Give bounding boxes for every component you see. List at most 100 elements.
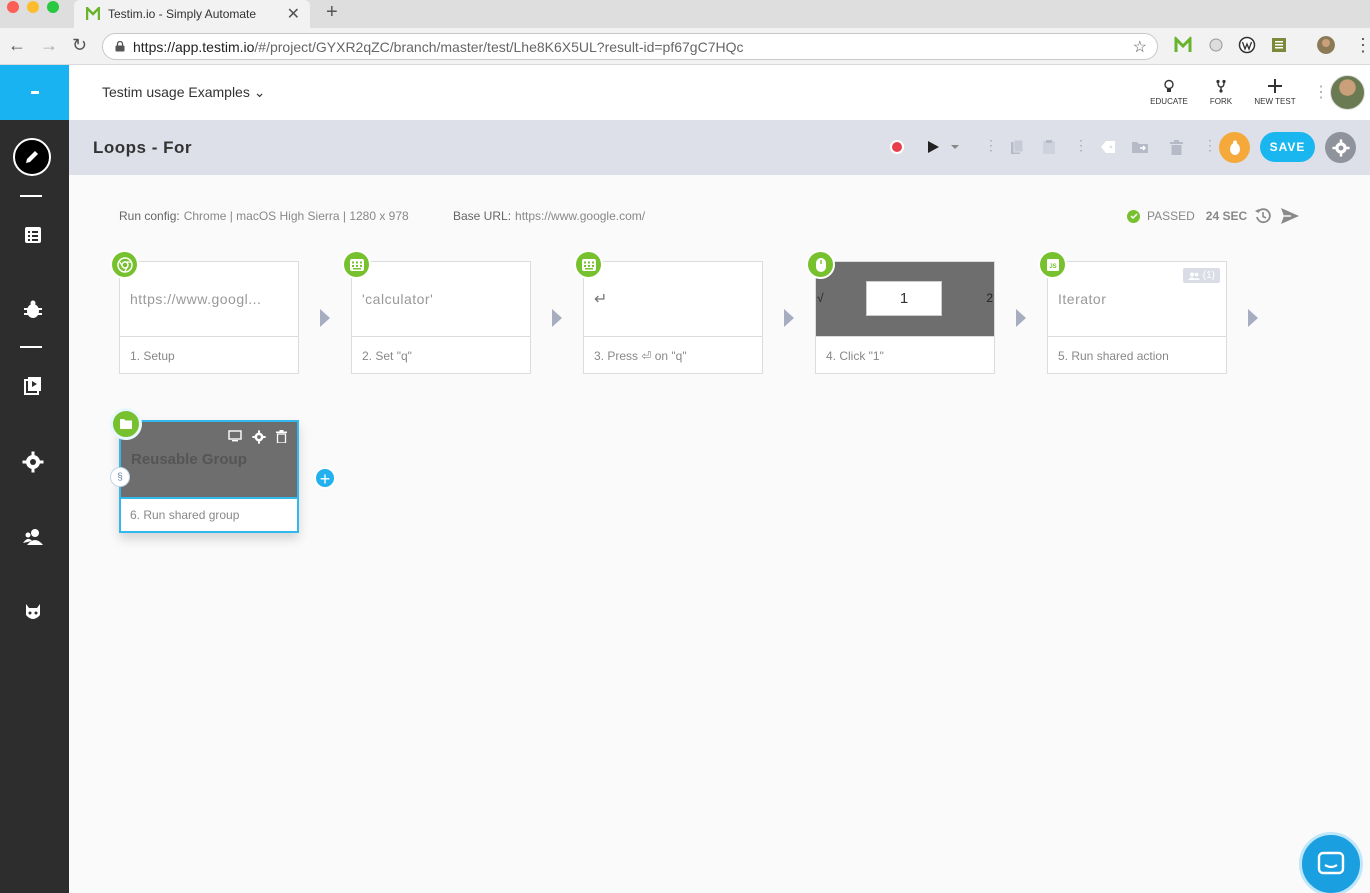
step-connector-arrow xyxy=(1248,309,1258,327)
fork-button[interactable]: FORK xyxy=(1196,79,1246,106)
fork-icon xyxy=(1216,79,1226,93)
window-zoom-control[interactable] xyxy=(47,1,59,13)
settings-gear-icon[interactable] xyxy=(22,451,44,473)
window-close-control[interactable] xyxy=(7,1,19,13)
toolbar-separator: ⋮ xyxy=(1203,137,1217,153)
support-chat-button[interactable] xyxy=(1299,832,1363,893)
pencil-icon xyxy=(26,151,38,163)
keyboard-icon xyxy=(581,258,596,271)
reader-extension-icon[interactable] xyxy=(1270,36,1288,54)
tag-button[interactable] xyxy=(1099,138,1117,156)
extension-circle-icon[interactable] xyxy=(1207,36,1225,54)
bookmark-star-icon[interactable]: ☆ xyxy=(1133,37,1147,57)
base-url-value: https://www.google.com/ xyxy=(515,209,646,223)
forward-button[interactable]: → xyxy=(40,35,58,55)
js-icon: JS xyxy=(1046,258,1059,271)
run-config-label: Run config: xyxy=(119,209,180,223)
move-to-folder-button[interactable] xyxy=(1131,138,1149,156)
step-type-badge xyxy=(110,250,139,279)
group-title: Reusable Group xyxy=(131,451,247,468)
mask-icon[interactable] xyxy=(22,601,44,623)
back-button[interactable]: ← xyxy=(8,35,26,55)
copy-icon xyxy=(1011,139,1024,154)
step-card-setup[interactable]: https://www.googl... 1. Setup xyxy=(119,261,299,374)
shared-count: (1) xyxy=(1202,270,1215,281)
gear-icon xyxy=(1331,138,1350,157)
gear-icon[interactable] xyxy=(252,430,266,444)
loop-icon[interactable]: § xyxy=(110,467,130,487)
save-button[interactable]: SAVE xyxy=(1260,132,1315,162)
step-type-badge xyxy=(342,250,371,279)
svg-text:JS: JS xyxy=(1049,264,1056,270)
list-icon[interactable] xyxy=(22,224,44,246)
address-bar[interactable]: https://app.testim.io/#/project/GYXR2qZC… xyxy=(102,33,1158,60)
caret-down-icon xyxy=(951,145,959,149)
browser-toolbar: ← → ↻ https://app.testim.io/#/project/GY… xyxy=(0,28,1370,65)
folder-move-icon xyxy=(1132,142,1148,153)
project-name: Testim usage Examples xyxy=(102,84,250,100)
check-icon xyxy=(1127,209,1140,223)
step-card-press-enter[interactable]: ↵ 3. Press ⏎ on "q" xyxy=(583,261,763,374)
base-url-label: Base URL: xyxy=(453,209,512,223)
fork-label: FORK xyxy=(1209,97,1233,106)
browser-tab[interactable]: Testim.io - Simply Automate ✕ xyxy=(74,0,310,28)
step-content: 'calculator' xyxy=(352,262,530,337)
add-step-button[interactable]: + xyxy=(314,467,336,489)
monitor-icon[interactable] xyxy=(228,430,242,442)
step-card-shared-action[interactable]: Iterator 5. Run shared action (1) xyxy=(1047,261,1227,374)
send-icon[interactable] xyxy=(1280,207,1300,225)
bug-icon[interactable] xyxy=(22,299,44,321)
step-card-set-q[interactable]: 'calculator' 2. Set "q" xyxy=(351,261,531,374)
record-button[interactable] xyxy=(888,138,906,156)
window-minimize-control[interactable] xyxy=(27,1,39,13)
nav-divider xyxy=(20,195,42,197)
bug-icon xyxy=(1229,140,1240,155)
step-type-badge xyxy=(574,250,603,279)
lightbulb-icon xyxy=(1164,79,1174,92)
history-icon[interactable] xyxy=(1254,207,1272,225)
editor-nav-button[interactable] xyxy=(13,138,51,176)
step-card-shared-group[interactable]: Reusable Group 6. Run shared group xyxy=(119,420,299,533)
step-caption: 6. Run shared group xyxy=(121,497,297,531)
paste-icon xyxy=(1043,140,1055,154)
paste-button[interactable] xyxy=(1040,138,1058,156)
debug-button[interactable] xyxy=(1219,132,1250,163)
wordpress-extension-icon[interactable] xyxy=(1238,36,1256,54)
step-card-click-1[interactable]: √ 1 2 4. Click "1" xyxy=(815,261,995,374)
run-config: Run config: Chrome | macOS High Sierra | … xyxy=(119,209,409,223)
play-options-dropdown[interactable] xyxy=(949,138,961,156)
test-title[interactable]: Loops - For xyxy=(93,138,192,158)
new-test-button[interactable]: NEW TEST xyxy=(1250,79,1300,106)
trash-icon[interactable] xyxy=(276,430,287,443)
copy-button[interactable] xyxy=(1008,138,1026,156)
group-tools xyxy=(228,430,287,444)
testim-extension-icon[interactable] xyxy=(1174,36,1192,54)
step-caption: 1. Setup xyxy=(130,348,175,363)
test-settings-button[interactable] xyxy=(1325,132,1356,163)
record-icon xyxy=(890,140,904,154)
url-host: https://app.testim.io xyxy=(133,38,255,55)
step-connector-arrow xyxy=(1016,309,1026,327)
reload-button[interactable]: ↻ xyxy=(72,35,87,55)
toolbar-separator: ⋮ xyxy=(984,137,998,153)
tab-close-icon[interactable]: ✕ xyxy=(287,4,300,24)
shared-usage-badge[interactable]: (1) xyxy=(1182,268,1220,283)
step-content: ↵ xyxy=(584,262,762,337)
users-icon[interactable] xyxy=(22,526,44,548)
educate-button[interactable]: EDUCATE xyxy=(1144,79,1194,106)
step-connector-arrow xyxy=(320,309,330,327)
educate-label: EDUCATE xyxy=(1150,97,1188,106)
duration-text: 24 SEC xyxy=(1205,209,1248,223)
step-caption: 2. Set "q" xyxy=(362,348,412,363)
delete-test-button[interactable] xyxy=(1167,138,1185,156)
user-avatar[interactable] xyxy=(1330,75,1365,110)
new-tab-button[interactable]: + xyxy=(326,0,338,24)
project-selector[interactable]: Testim usage Examples ⌄ xyxy=(102,84,265,101)
profile-avatar-icon[interactable] xyxy=(1317,36,1335,54)
left-navigation xyxy=(0,65,69,893)
nav-collapse-tab[interactable] xyxy=(0,65,69,120)
play-button[interactable] xyxy=(924,138,942,156)
step-connector-arrow xyxy=(552,309,562,327)
test-runs-icon[interactable] xyxy=(22,375,44,397)
browser-menu-icon[interactable]: ⋮ xyxy=(1354,35,1370,55)
